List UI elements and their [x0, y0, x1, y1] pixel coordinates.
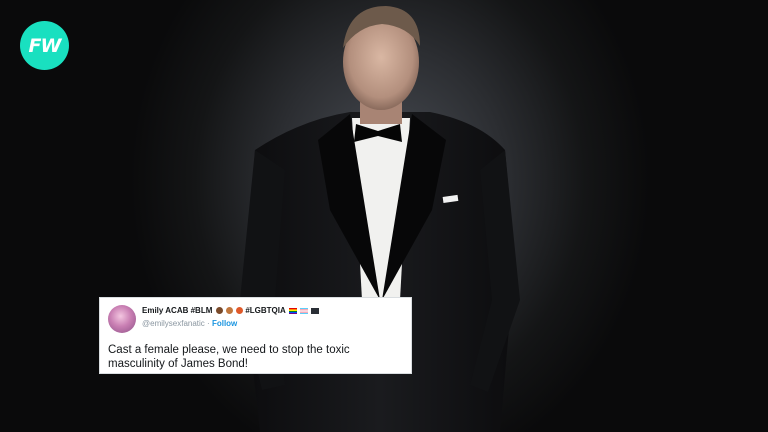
tweet-text: Cast a female please, we need to stop th…	[108, 344, 350, 370]
rainbow-flag-icon	[288, 307, 297, 314]
follow-button[interactable]: Follow	[212, 319, 237, 328]
tweet-separator: ·	[207, 319, 210, 328]
tweet-name-tag: #LGBTQIA	[245, 306, 286, 315]
avatar[interactable]	[108, 305, 136, 333]
orange-circle-emoji-icon	[225, 307, 233, 315]
brown-circle-emoji-icon	[215, 307, 223, 315]
fw-logo-icon[interactable]: FW	[20, 21, 69, 70]
tweet-handle[interactable]: @emilysexfanatic	[142, 319, 205, 328]
flag-icon	[311, 307, 320, 314]
tweet-display-name[interactable]: Emily ACAB #BLM	[142, 306, 212, 315]
tweet-display-name-row: Emily ACAB #BLM #LGBTQIA	[142, 306, 320, 315]
trans-flag-icon	[299, 307, 308, 314]
fire-emoji-icon	[236, 307, 244, 315]
tweet-card: Emily ACAB #BLM #LGBTQIA @emilysexfanati…	[99, 297, 412, 374]
image-stage: FW Emily ACAB #BLM #LGBTQIA @emilysexfan…	[0, 0, 768, 432]
tweet-handle-row: @emilysexfanatic · Follow	[142, 319, 237, 328]
logo-text: FW	[28, 34, 62, 57]
